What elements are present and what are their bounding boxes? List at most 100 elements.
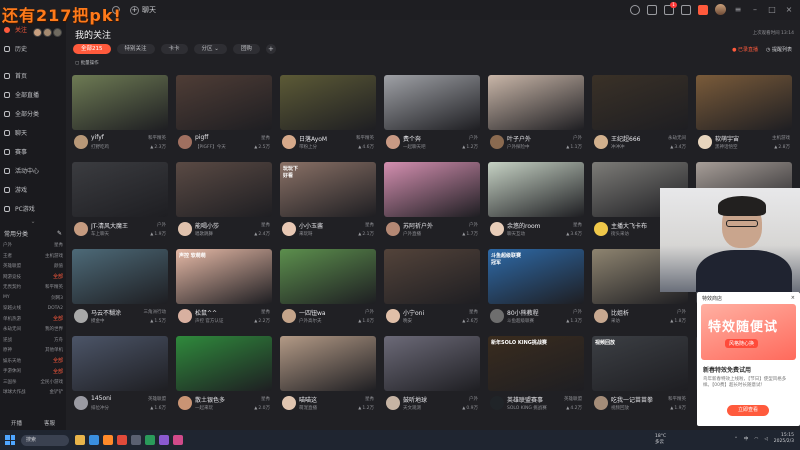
chevron-down-icon[interactable]: ⌄ [0,218,66,226]
avatar[interactable] [74,396,88,410]
avatar[interactable] [43,28,52,37]
category-link[interactable]: 星秀 [54,242,63,248]
stream-thumbnail[interactable] [72,75,168,130]
history-icon[interactable] [630,4,640,15]
start-stream-button[interactable]: 开播 [11,419,22,427]
filter-kaka[interactable]: 卡卡 [160,44,188,54]
sidebar-item-history[interactable]: 历史 [0,39,66,58]
stream-card[interactable]: 能喝小莎 星秀唱歌跳舞 2.4万 [176,162,272,249]
menu-icon[interactable]: ≡ [733,5,743,14]
avatar[interactable] [74,135,88,149]
streamer-name[interactable]: 马云不糊涂 [91,308,141,317]
category-link[interactable]: 全部 [53,357,63,364]
category-link[interactable]: 王者 [3,253,12,259]
stream-card[interactable]: 视频回放吃我一记苗苗拳和平精英视频回放1.9万 [592,336,688,423]
category-link[interactable]: 方舟 [54,337,63,343]
sidebar-item-games[interactable]: 游戏 [0,180,66,199]
customer-service-button[interactable]: 客服 [44,419,55,427]
stream-thumbnail[interactable] [696,75,792,130]
streamer-name[interactable]: 145oni [91,395,141,402]
minimize-icon[interactable]: – [750,5,760,14]
stream-thumbnail[interactable]: 斗鱼超级联赛 冠军 [488,249,584,304]
maximize-icon[interactable]: □ [767,5,777,14]
category-link[interactable]: 全部 [53,368,63,375]
stream-card[interactable]: 叶子户外 户外户外探险中 1.1万 [488,75,584,162]
close-icon[interactable]: × [784,5,794,14]
avatar[interactable] [386,396,400,410]
stream-card[interactable]: JT-清风大魔王 户外车上聊天 1.9万 [72,162,168,249]
streamer-name[interactable]: 喵喵这 [299,395,349,404]
filter-all[interactable]: 全部215 [73,44,111,54]
stream-thumbnail[interactable] [176,336,272,391]
category-link[interactable]: 全民小游戏 [41,379,64,385]
stream-thumbnail[interactable]: 新年SOLO KING挑战赛 [488,336,584,391]
avatar[interactable] [53,28,62,37]
batch-operations-button[interactable]: ▢ 批量操作 [75,60,99,66]
stream-thumbnail[interactable] [488,75,584,130]
streamer-name[interactable]: 苏阿祈户外 [403,221,453,230]
category-link[interactable]: 球球大作战 [3,389,26,395]
wifi-icon[interactable]: ◠ [754,437,758,442]
streamer-name[interactable]: JT-清风大魔王 [91,221,141,230]
stream-thumbnail[interactable] [384,75,480,130]
streamer-name[interactable]: 软萌宇宙 [715,134,765,143]
stream-card[interactable]: 喵喵这 星秀萌宠直播 1.2万 [280,336,376,423]
edge-icon[interactable] [89,435,99,445]
category-link[interactable]: DOTA2 [48,306,63,311]
stream-thumbnail[interactable] [176,162,272,217]
streamer-name[interactable]: 日落AyoM [299,134,349,143]
stream-card[interactable]: 新年SOLO KING挑战赛英雄联盟赛事 英雄联盟 SOLO KING 挑战赛 4.2… [488,336,584,423]
message-icon[interactable] [647,4,657,15]
streamer-name[interactable]: 小宁oni [403,308,453,317]
input-language[interactable]: 中 [744,436,749,442]
streamer-name[interactable]: 费个奔 [403,134,453,143]
category-link[interactable]: 颜值 [54,263,63,269]
stream-card[interactable]: 费个奔 户外一起聊天吧 1.2万 [384,75,480,162]
stream-thumbnail[interactable] [176,75,272,130]
category-link[interactable]: 剑网3 [51,295,63,301]
streamer-name[interactable]: pigff [195,134,245,141]
category-link[interactable]: 手游休闲 [3,368,21,374]
stream-card[interactable]: 马云不糊涂三角洲行动摸金中 1.5万 [72,249,168,336]
category-link[interactable]: 原神 [3,347,12,353]
avatar[interactable] [490,222,504,236]
streamer-name[interactable]: 王纪超666 [611,134,661,143]
category-link[interactable]: 单机热游 [3,316,21,322]
streamer-name[interactable]: 英雄联盟赛事 [507,395,557,404]
category-link[interactable]: MY [3,295,10,300]
category-link[interactable]: 我的世界 [45,326,63,332]
sidebar-item-events[interactable]: 赛事 [0,142,66,161]
recorded-live-button[interactable]: ● 已录直播 [732,46,758,53]
avatar[interactable] [178,309,192,323]
douyu-icon[interactable] [103,435,113,445]
taskbar-search[interactable]: 搜索 [21,434,69,446]
folder-icon[interactable] [75,435,85,445]
filter-group[interactable]: 团购 [232,44,260,54]
sidebar-item-all-categories[interactable]: 全部分类 [0,104,66,123]
weather-widget[interactable]: 18°C 多云 [655,434,666,446]
stream-thumbnail[interactable] [384,249,480,304]
stream-card[interactable]: 王纪超666 永劫无间冲冲冲 3.4万 [592,75,688,162]
stream-card[interactable]: pigff 星秀【PIGFF】今天 2.5万 [176,75,272,162]
streamer-name[interactable]: 主播大飞卡布 [611,221,661,230]
category-link[interactable]: 网游竞技 [3,274,21,280]
stream-card[interactable]: 145oni 英雄联盟排位冲分 1.6万 [72,336,168,423]
avatar[interactable] [490,396,504,410]
sidebar-item-activity-center[interactable]: 活动中心 [0,161,66,180]
stream-card[interactable]: 玩玩下 好看小小玉酱 星秀来玩呀 2.1万 [280,162,376,249]
avatar[interactable] [490,309,504,323]
streamer-name[interactable]: yifyf [91,134,141,141]
notification-icon[interactable]: 1 [664,1,677,15]
category-link[interactable]: 三国杀 [3,379,17,385]
stream-card[interactable]: 斗鱼超级联赛 冠军 80小熊教程 户外斗鱼超级联赛 1.3万 [488,249,584,336]
app-icon[interactable] [173,435,183,445]
sidebar-item-all-live[interactable]: 全部直播 [0,85,66,104]
chat-button[interactable]: + 聊天 [130,5,156,15]
category-link[interactable]: 户外 [3,242,12,248]
streamer-name[interactable]: 吃我一记苗苗拳 [611,395,661,404]
user-avatar[interactable] [715,4,726,15]
sidebar-item-home[interactable]: 首页 [0,66,66,85]
stream-thumbnail[interactable] [384,336,480,391]
stream-thumbnail[interactable]: 声控 软萌萌 [176,249,272,304]
avatar[interactable] [282,135,296,149]
